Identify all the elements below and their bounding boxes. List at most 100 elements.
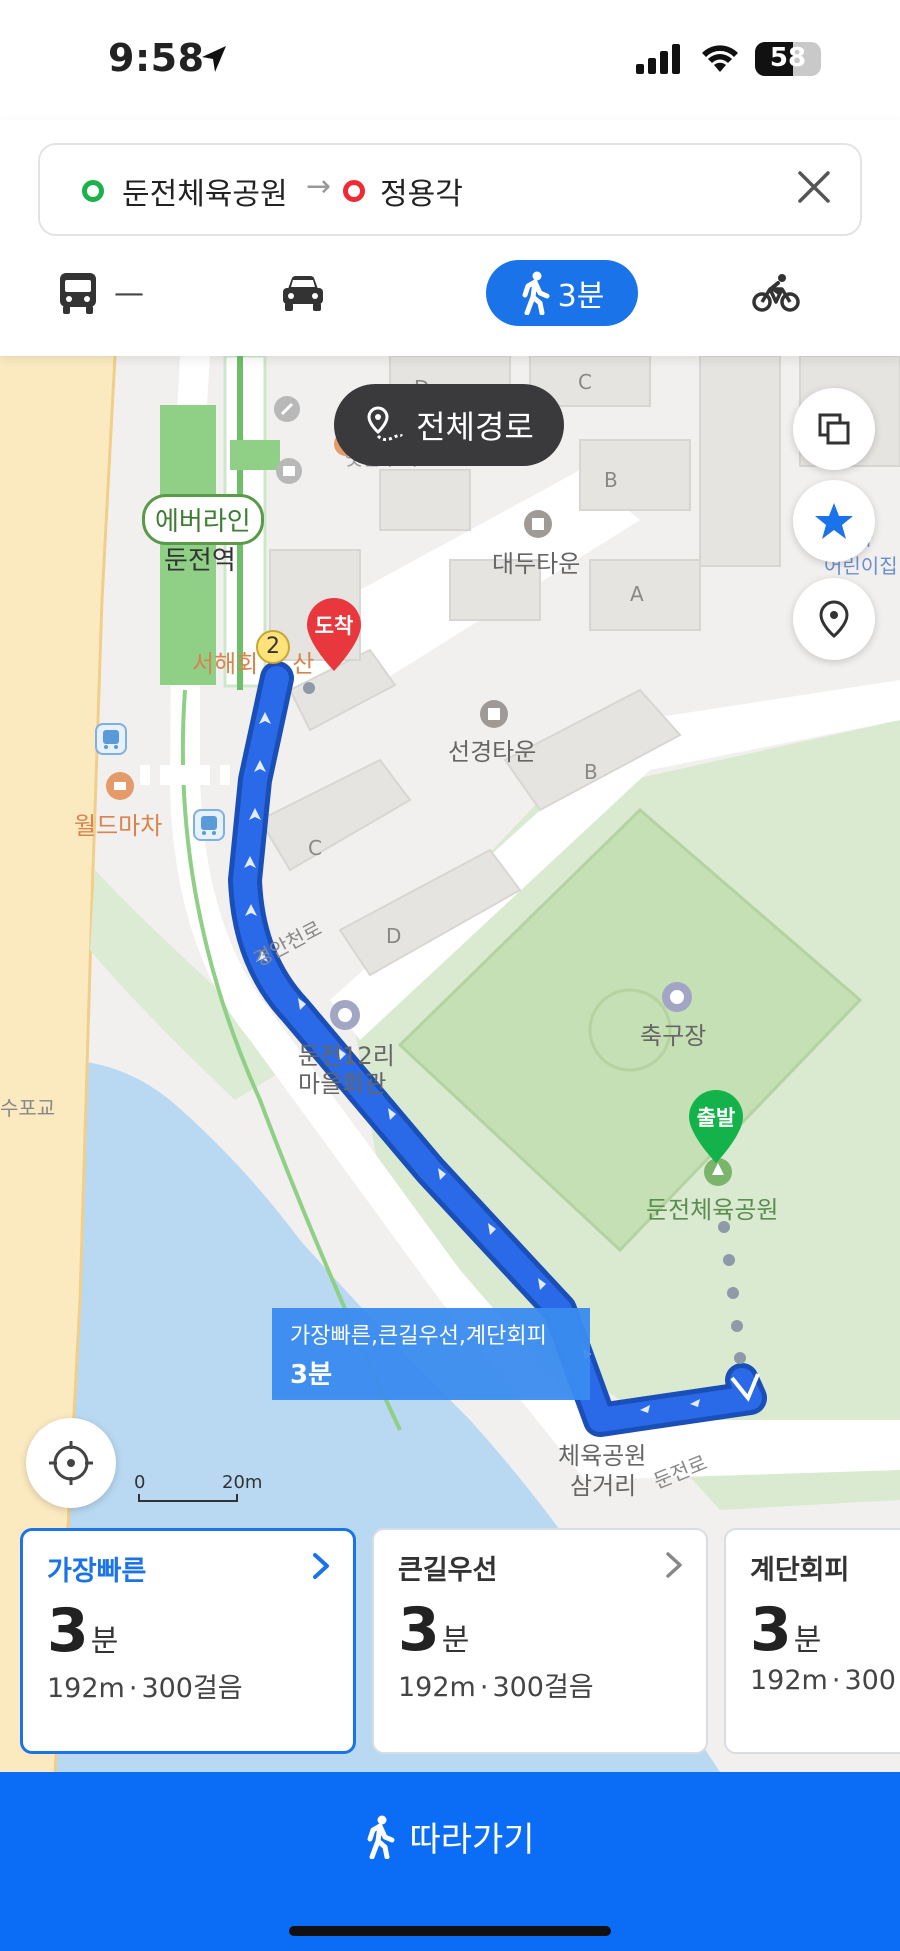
building-b1-label: B <box>604 468 618 492</box>
route-steps: 300걸음 <box>492 1672 594 1703</box>
route-distance: 192m <box>750 1665 828 1696</box>
arrival-pin-label: 도착 <box>314 614 354 638</box>
transport-mode-tabs: — 3분 <box>0 260 900 330</box>
scale-zero-label: 0 <box>134 1472 146 1493</box>
favorite-button[interactable] <box>793 480 875 562</box>
route-minutes-unit: 분 <box>441 1623 470 1658</box>
layers-button[interactable] <box>793 388 875 470</box>
bus-stop-icon <box>193 809 225 841</box>
destination-text[interactable]: 정용각 <box>380 169 463 213</box>
origin-text[interactable]: 둔전체육공원 <box>122 169 288 213</box>
building-c1-label: C <box>578 370 592 394</box>
chevron-right-icon <box>666 1552 682 1578</box>
current-location-button[interactable] <box>26 1418 116 1508</box>
route-minutes: 3 <box>47 1596 89 1666</box>
arrival-point-dot <box>303 682 315 694</box>
route-card-fastest[interactable]: 가장빠른 3 분 192m · 300걸음 <box>20 1528 356 1754</box>
building-c2-label: C <box>308 836 322 860</box>
bus-icon <box>60 273 96 314</box>
seohae-label-text: 서해회 <box>192 650 259 678</box>
route-search-box[interactable]: 둔전체육공원 → 정용각 <box>38 143 862 236</box>
route-steps: 300걸음 <box>141 1673 243 1704</box>
route-minutes: 3 <box>750 1595 792 1665</box>
route-separator: · <box>128 1673 138 1704</box>
follow-button-content: 따라가기 <box>0 1812 900 1861</box>
star-icon <box>815 503 853 539</box>
follow-button[interactable]: 따라가기 <box>0 1772 900 1951</box>
route-name: 큰길우선 <box>398 1555 498 1586</box>
close-icon[interactable] <box>794 167 834 207</box>
chevron-right-icon <box>313 1553 329 1579</box>
junction-label-2: 삼거리 <box>570 1472 637 1500</box>
walk-icon <box>522 271 550 315</box>
crosshair-icon <box>49 1441 93 1485</box>
bicycle-icon <box>752 274 800 312</box>
building-poi-icon <box>480 700 508 728</box>
tab-bicycle[interactable] <box>752 260 800 326</box>
scale-max-label: 20m <box>222 1472 263 1493</box>
route-time: 3 분 <box>47 1596 329 1666</box>
status-time: 9:58 <box>108 36 205 80</box>
route-minutes-unit: 분 <box>90 1624 119 1659</box>
tab-walk[interactable]: 3분 <box>486 260 638 326</box>
wifi-icon <box>702 45 738 72</box>
departure-pin-label: 출발 <box>696 1106 736 1130</box>
car-icon <box>283 276 323 311</box>
tab-transit[interactable]: — <box>58 260 144 326</box>
route-separator: · <box>831 1665 841 1696</box>
arrival-pin[interactable]: 도착 <box>304 596 364 678</box>
station-exit-icon <box>274 396 300 422</box>
status-bar: 9:58 58 <box>0 0 900 120</box>
soccer-field-icon <box>662 982 692 1012</box>
daedu-town-label: 대두타운 <box>492 550 581 578</box>
route-options: 가장빠른 3 분 192m · 300걸음 큰길우선 3 분 192m · 300걸음 … <box>0 1518 900 1778</box>
home-indicator <box>289 1926 611 1936</box>
seongyeong-town-label: 선경타운 <box>448 738 537 766</box>
route-tooltip-time: 3분 <box>290 1360 333 1390</box>
origin-dot-icon <box>82 180 104 202</box>
building-b2-label: B <box>584 760 598 784</box>
route-card-main-road[interactable]: 큰길우선 3 분 192m · 300걸음 <box>372 1528 708 1754</box>
route-card-avoid-stairs[interactable]: 계단회피 3 분 192m · 300 <box>724 1528 900 1754</box>
station-exit-icon <box>276 458 302 484</box>
route-info: 192m · 300 <box>750 1665 898 1696</box>
building-a-label: A <box>630 582 644 606</box>
exit-number-badge: 2 <box>256 630 290 664</box>
route-info: 192m · 300걸음 <box>398 1665 682 1704</box>
walk-icon <box>367 1815 395 1859</box>
route-header: 둔전체육공원 → 정용각 — 3분 <box>0 120 900 356</box>
save-place-button[interactable] <box>793 578 875 660</box>
seohae-label: 서해회 산 <box>192 644 314 679</box>
soccer-field-label: 축구장 <box>640 1022 707 1050</box>
route-arrow-icon: → <box>306 169 332 204</box>
map-scale: 0 20m <box>134 1472 262 1502</box>
tab-car[interactable] <box>280 260 326 326</box>
full-route-label: 전체경로 <box>416 408 534 446</box>
park-label: 둔전체육공원 <box>646 1196 779 1224</box>
building-d2-label: D <box>386 924 402 948</box>
full-route-button[interactable]: 전체경로 <box>334 384 564 466</box>
route-time: 3 분 <box>398 1595 682 1665</box>
restaurant-icon <box>106 772 134 800</box>
village-hall-icon <box>330 1000 360 1030</box>
route-info: 192m · 300걸음 <box>47 1666 329 1705</box>
location-pin-icon <box>819 600 849 638</box>
route-minutes: 3 <box>398 1595 440 1665</box>
bus-stop-icon <box>95 723 127 755</box>
transit-time-label: — <box>114 275 144 311</box>
building-poi-icon <box>524 510 552 538</box>
route-tooltip: 가장빠른,큰길우선,계단회피 3분 <box>272 1308 590 1400</box>
battery-icon: 58 <box>755 42 821 76</box>
route-name: 계단회피 <box>750 1555 850 1586</box>
route-tooltip-options: 가장빠른,큰길우선,계단회피 <box>290 1324 547 1349</box>
route-steps: 300 <box>844 1665 896 1696</box>
departure-pin[interactable]: 출발 <box>686 1088 746 1170</box>
scale-bar <box>138 1494 238 1502</box>
location-arrow-icon <box>202 46 226 72</box>
route-name: 가장빠른 <box>47 1556 147 1587</box>
route-distance: 192m <box>398 1672 476 1703</box>
village-hall-label-2: 마을회관 <box>298 1070 387 1098</box>
supogyo-label: 수포교 <box>0 1096 56 1120</box>
cellular-signal-icon <box>636 44 680 74</box>
route-minutes-unit: 분 <box>793 1623 822 1658</box>
